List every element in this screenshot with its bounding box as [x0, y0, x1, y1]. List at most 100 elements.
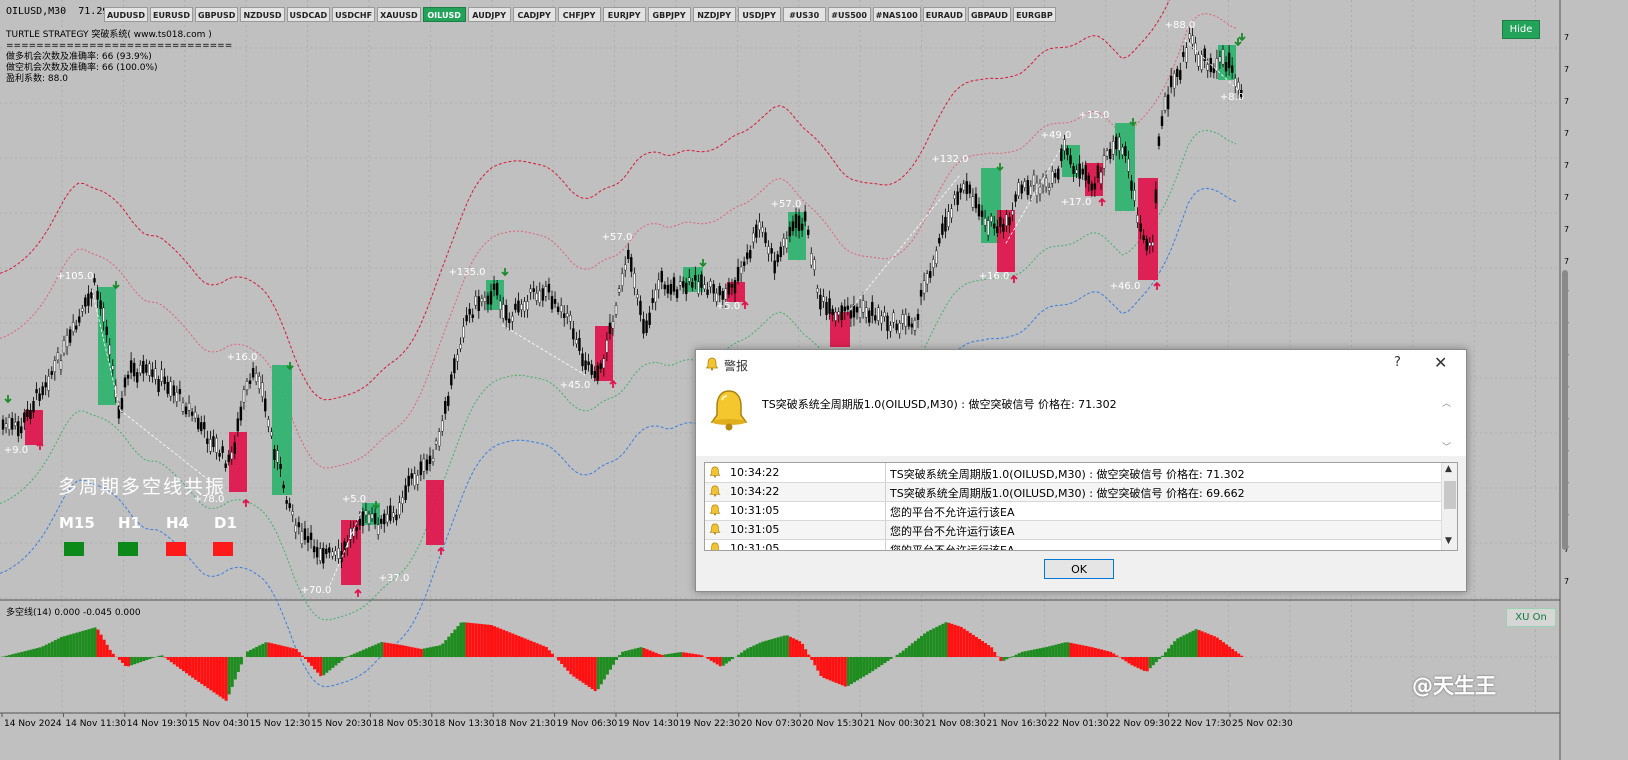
- alert-row[interactable]: 10:31:05 您的平台不允许运行该EA: [705, 520, 1441, 540]
- price-scale-tick: 7: [1564, 193, 1569, 202]
- watermark: @天生王: [1412, 674, 1496, 698]
- symbol-tab[interactable]: CADJPY: [512, 7, 556, 22]
- symbol-tab[interactable]: #NAS100: [872, 7, 921, 22]
- symbol-tab[interactable]: #US500: [827, 7, 871, 22]
- symbol-tab[interactable]: GBPUSD: [195, 7, 239, 22]
- trade-label: +88.0: [1165, 20, 1196, 31]
- trade-label: +8.0: [1220, 92, 1244, 103]
- ok-button[interactable]: OK: [1044, 559, 1114, 579]
- alert-row[interactable]: 10:34:22 TS突破系统全周期版1.0(OILUSD,M30) : 做空突破…: [705, 463, 1441, 483]
- scroll-up-icon[interactable]: ▲: [1445, 464, 1452, 474]
- window-title: OILUSD,M30 71.292: [6, 6, 115, 17]
- tf-box-d1: [213, 542, 233, 556]
- trade-label: +135.0: [448, 267, 485, 278]
- time-label: 22 Nov 09:30: [1109, 719, 1170, 729]
- bell-icon: [710, 390, 748, 431]
- long-stats: 做多机会次数及准确率: 66 (93.9%): [6, 52, 152, 62]
- hide-button[interactable]: Hide: [1502, 20, 1540, 39]
- chevron-up-icon[interactable]: ︿: [1442, 396, 1451, 409]
- alert-row[interactable]: 10:34:22 TS突破系统全周期版1.0(OILUSD,M30) : 做空突破…: [705, 482, 1441, 502]
- symbol-tab[interactable]: USDCAD: [286, 7, 331, 22]
- tf-box-m15: [64, 542, 84, 556]
- trade-label: +45.0: [560, 380, 591, 391]
- time-label: 15 Nov 04:30: [188, 719, 249, 729]
- symbol-tab[interactable]: EURJPY: [602, 7, 646, 22]
- time-label: 21 Nov 16:30: [986, 719, 1047, 729]
- time-label: 22 Nov 01:30: [1048, 719, 1109, 729]
- symbol-tab[interactable]: NZDUSD: [240, 7, 285, 22]
- profit-factor: 盈利系数: 88.0: [6, 74, 68, 84]
- price-scale-tick: 7: [1564, 577, 1569, 586]
- help-button[interactable]: ?: [1394, 355, 1401, 370]
- time-label: 15 Nov 12:30: [250, 719, 311, 729]
- symbol-tab[interactable]: #US30: [782, 7, 826, 22]
- time-label: 19 Nov 22:30: [679, 719, 740, 729]
- tf-box-h4: [166, 542, 186, 556]
- symbol-tab[interactable]: CHFJPY: [557, 7, 601, 22]
- trade-label: +9.0: [4, 445, 28, 456]
- alert-time: 10:34:22: [730, 466, 780, 479]
- time-label: 14 Nov 11:30: [65, 719, 126, 729]
- side-handle[interactable]: [1562, 270, 1568, 550]
- tf-label-d1: D1: [214, 514, 237, 532]
- symbol-tab[interactable]: USDJPY: [737, 7, 781, 22]
- price-scale-tick: 7: [1564, 33, 1569, 42]
- trade-label: +49.0: [1041, 130, 1072, 141]
- alert-text: 您的平台不允许运行该EA: [890, 544, 1015, 551]
- strategy-panel: TURTLE STRATEGY 突破系统( www.ts018.com ) ==…: [6, 30, 232, 85]
- symbol-tab[interactable]: AUDUSD: [104, 7, 148, 22]
- symbol-tab[interactable]: GBPAUD: [967, 7, 1011, 22]
- alert-list[interactable]: 10:31:05 您的平台不允许运行该EA 10:31:05 您的平台不允许运行该EA…: [704, 462, 1458, 551]
- time-label: 21 Nov 00:30: [864, 719, 925, 729]
- bell-icon: [709, 504, 721, 516]
- price-scale-tick: 7: [1564, 161, 1569, 170]
- trade-label: +17.0: [1061, 197, 1092, 208]
- time-label: 20 Nov 15:30: [802, 719, 863, 729]
- scroll-thumb[interactable]: [1444, 481, 1456, 509]
- close-button[interactable]: ✕: [1434, 353, 1447, 372]
- symbol-tab[interactable]: AUDJPY: [467, 7, 511, 22]
- chevron-down-icon[interactable]: ﹀: [1442, 440, 1451, 453]
- symbol-tab[interactable]: EURAUD: [922, 7, 966, 22]
- scroll-down-icon[interactable]: ▼: [1445, 536, 1452, 546]
- symbol-tab[interactable]: OILUSD: [422, 7, 466, 22]
- trade-label: +105.0: [56, 271, 93, 282]
- alert-time: 10:34:22: [730, 485, 780, 498]
- trade-label: +16.0: [979, 271, 1010, 282]
- alert-text: 您的平台不允许运行该EA: [890, 506, 1015, 519]
- alert-time: 10:31:05: [730, 542, 780, 551]
- symbol-tab[interactable]: EURUSD: [149, 7, 194, 22]
- alert-row[interactable]: 10:31:05 您的平台不允许运行该EA: [705, 539, 1441, 551]
- symbol-tab[interactable]: GBPJPY: [647, 7, 691, 22]
- time-label: 20 Nov 07:30: [741, 719, 802, 729]
- alert-message: TS突破系统全周期版1.0(OILUSD,M30) : 做空突破信号 价格在: …: [762, 398, 1117, 411]
- symbol-tab[interactable]: USDCHF: [332, 7, 376, 22]
- time-label: 15 Nov 20:30: [311, 719, 372, 729]
- time-label: 19 Nov 14:30: [618, 719, 679, 729]
- xu-on-button[interactable]: XU On: [1506, 608, 1556, 627]
- time-label: 14 Nov 19:30: [127, 719, 188, 729]
- time-label: 22 Nov 17:30: [1171, 719, 1232, 729]
- alert-row[interactable]: 10:31:05 您的平台不允许运行该EA: [705, 501, 1441, 521]
- trade-label: +46.0: [1110, 281, 1141, 292]
- time-label: 25 Nov 02:30: [1232, 719, 1293, 729]
- dialog-titlebar[interactable]: 警报 ? ✕: [696, 350, 1466, 378]
- tf-label-m15: M15: [59, 514, 95, 532]
- bell-icon: [709, 466, 721, 478]
- symbol-tab[interactable]: XAUUSD: [377, 7, 421, 22]
- alert-text: TS突破系统全周期版1.0(OILUSD,M30) : 做空突破信号 价格在: …: [890, 468, 1245, 481]
- price-scale-tick: 7: [1564, 225, 1569, 234]
- strategy-separator: ==============================: [6, 41, 233, 51]
- alert-time: 10:31:05: [730, 504, 780, 517]
- symbol-tab[interactable]: NZDJPY: [692, 7, 736, 22]
- symbol-tab[interactable]: EURGBP: [1012, 7, 1056, 22]
- list-scrollbar[interactable]: ▲ ▼: [1441, 463, 1457, 550]
- indicator-label: 多空线(14) 0.000 -0.045 0.000: [6, 608, 141, 618]
- trade-label: +16.0: [227, 352, 258, 363]
- bell-icon: [705, 357, 719, 371]
- alert-text: 您的平台不允许运行该EA: [890, 525, 1015, 538]
- price-scale-tick: 7: [1564, 65, 1569, 74]
- trade-label: +57.0: [602, 232, 633, 243]
- trade-label: +132.0: [931, 154, 968, 165]
- time-label: 18 Nov 21:30: [495, 719, 556, 729]
